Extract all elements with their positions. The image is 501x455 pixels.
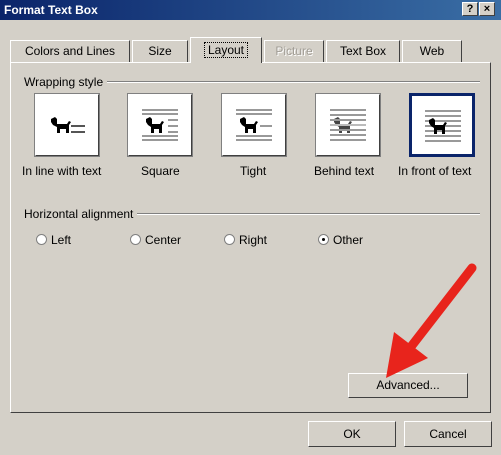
window-title: Format Text Box: [4, 3, 98, 17]
tab-colors-and-lines[interactable]: Colors and Lines: [10, 40, 130, 62]
radio-circle-checked: [318, 234, 329, 245]
title-bar: Format Text Box ? ×: [0, 0, 501, 20]
align-other-label: Other: [333, 233, 364, 247]
wrap-inline-label: In line with text: [22, 164, 102, 178]
close-button[interactable]: ×: [479, 2, 495, 16]
wrapping-heading: Wrapping style: [24, 75, 108, 89]
wrap-behind-label: Behind text: [314, 164, 375, 178]
tab-picture: Picture: [264, 40, 324, 62]
wrap-behind-button[interactable]: [315, 93, 381, 157]
dog-tight-icon: [236, 109, 272, 141]
tab-layout-label: Layout: [203, 42, 249, 58]
align-right-label: Right: [239, 233, 268, 247]
red-arrow-icon: [386, 263, 477, 378]
wrap-tight-button[interactable]: [221, 93, 287, 157]
align-center-radio[interactable]: Center: [130, 233, 181, 247]
align-left-radio[interactable]: Left: [36, 233, 71, 247]
align-other-radio[interactable]: Other: [318, 233, 363, 247]
alignment-heading: Horizontal alignment: [24, 207, 138, 221]
radio-circle: [36, 234, 47, 245]
dog-inline-icon: [51, 117, 85, 133]
align-right-radio[interactable]: Right: [224, 233, 267, 247]
ok-button[interactable]: OK: [308, 421, 396, 447]
wrap-inline-button[interactable]: [34, 93, 100, 157]
wrap-square-button[interactable]: [127, 93, 193, 157]
align-center-label: Center: [145, 233, 182, 247]
align-left-label: Left: [51, 233, 72, 247]
wrap-tight-label: Tight: [240, 164, 267, 178]
dog-front-icon: [425, 110, 461, 142]
tab-size[interactable]: Size: [132, 40, 188, 62]
help-button[interactable]: ?: [462, 2, 478, 16]
tab-web[interactable]: Web: [402, 40, 462, 62]
radio-circle: [130, 234, 141, 245]
radio-circle: [224, 234, 235, 245]
tab-text-box[interactable]: Text Box: [326, 40, 400, 62]
cancel-button[interactable]: Cancel: [404, 421, 492, 447]
dog-behind-icon: [330, 109, 366, 141]
wrap-square-label: Square: [141, 164, 180, 178]
wrap-in-front-label: In front of text: [398, 164, 472, 178]
tab-layout[interactable]: Layout: [190, 37, 262, 63]
dog-square-icon: [142, 109, 178, 141]
wrap-in-front-button[interactable]: [409, 93, 475, 157]
